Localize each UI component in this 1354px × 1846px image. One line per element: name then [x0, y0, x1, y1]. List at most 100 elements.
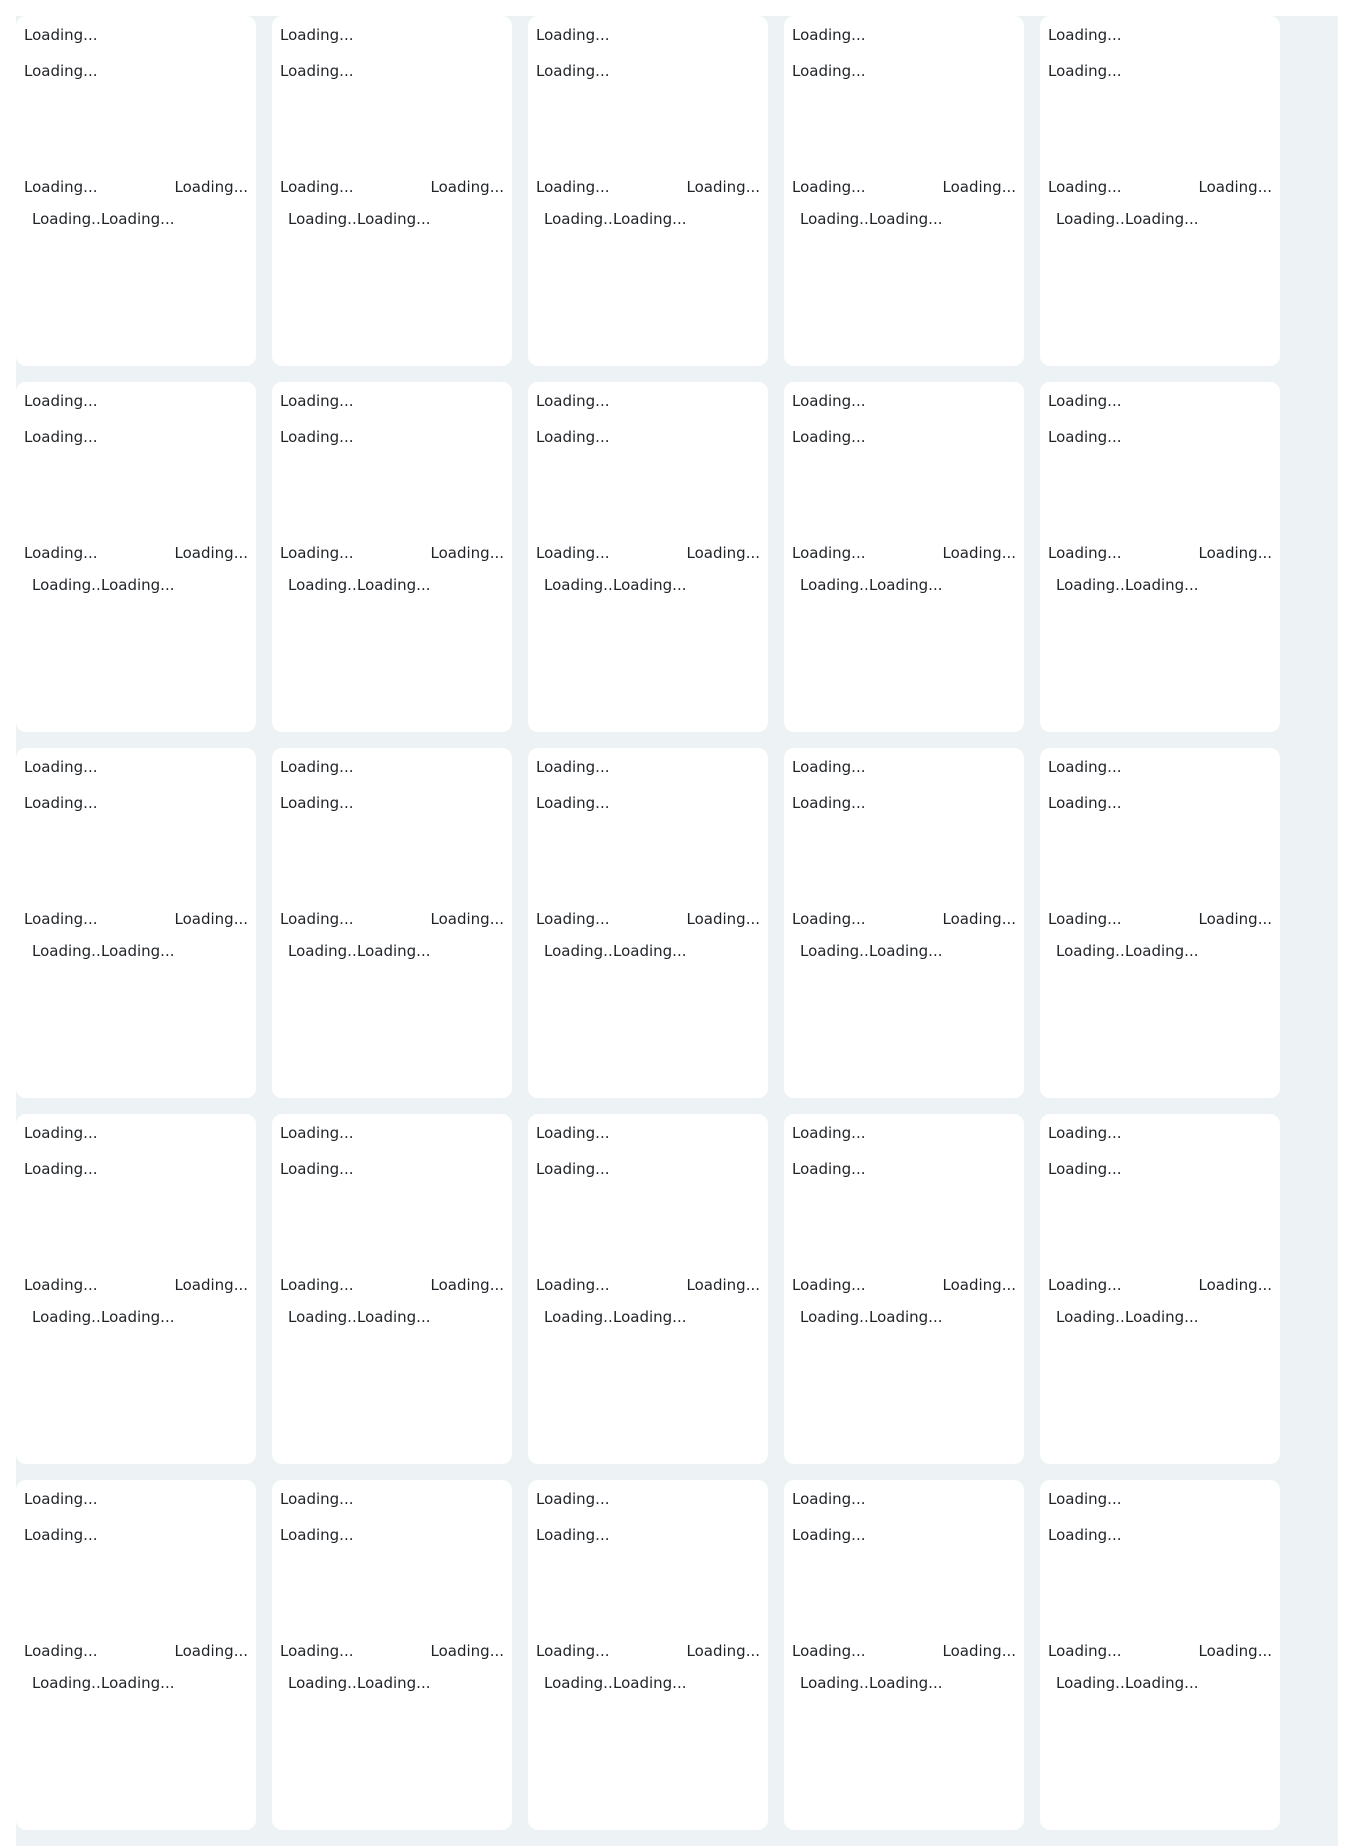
- card-meta-right: Loading...: [686, 1642, 760, 1660]
- card-tag-secondary: Loading...: [869, 210, 943, 228]
- loading-card[interactable]: Loading... Loading... Loading... Loading...…: [528, 748, 768, 1098]
- card-grid: Loading... Loading... Loading... Loading...…: [16, 16, 1280, 1830]
- card-meta-right: Loading...: [174, 1642, 248, 1660]
- card-tag-primary: Loading...: [288, 1674, 362, 1692]
- card-title: Loading...: [280, 758, 354, 776]
- card-subtitle: Loading...: [280, 62, 354, 80]
- card-title: Loading...: [280, 392, 354, 410]
- card-tag-secondary: Loading...: [1125, 576, 1199, 594]
- loading-card[interactable]: Loading... Loading... Loading... Loading...…: [16, 1114, 256, 1464]
- card-meta-right: Loading...: [686, 544, 760, 562]
- card-tag-secondary: Loading...: [101, 576, 175, 594]
- loading-card[interactable]: Loading... Loading... Loading... Loading...…: [1040, 382, 1280, 732]
- card-meta-left: Loading...: [536, 178, 610, 196]
- card-tag-secondary: Loading...: [101, 210, 175, 228]
- card-title: Loading...: [24, 1490, 98, 1508]
- loading-card[interactable]: Loading... Loading... Loading... Loading...…: [1040, 16, 1280, 366]
- card-subtitle: Loading...: [792, 428, 866, 446]
- loading-card[interactable]: Loading... Loading... Loading... Loading...…: [16, 16, 256, 366]
- card-title: Loading...: [536, 26, 610, 44]
- card-subtitle: Loading...: [536, 428, 610, 446]
- card-meta-left: Loading...: [24, 1276, 98, 1294]
- card-tag-secondary: Loading...: [613, 1674, 687, 1692]
- card-meta-left: Loading...: [1048, 1276, 1122, 1294]
- loading-card[interactable]: Loading... Loading... Loading... Loading...…: [272, 1480, 512, 1830]
- card-subtitle: Loading...: [1048, 62, 1122, 80]
- card-meta-left: Loading...: [792, 910, 866, 928]
- card-tag-secondary: Loading...: [613, 576, 687, 594]
- card-meta-right: Loading...: [174, 1276, 248, 1294]
- card-title: Loading...: [1048, 1490, 1122, 1508]
- card-tag-secondary: Loading...: [101, 1674, 175, 1692]
- card-subtitle: Loading...: [1048, 428, 1122, 446]
- loading-card[interactable]: Loading... Loading... Loading... Loading...…: [784, 1114, 1024, 1464]
- card-tag-secondary: Loading...: [101, 1308, 175, 1326]
- card-meta-left: Loading...: [24, 1642, 98, 1660]
- loading-card[interactable]: Loading... Loading... Loading... Loading...…: [528, 1114, 768, 1464]
- card-subtitle: Loading...: [24, 62, 98, 80]
- loading-card[interactable]: Loading... Loading... Loading... Loading...…: [528, 382, 768, 732]
- card-meta-left: Loading...: [1048, 910, 1122, 928]
- card-meta-left: Loading...: [536, 1276, 610, 1294]
- loading-card[interactable]: Loading... Loading... Loading... Loading...…: [272, 382, 512, 732]
- card-title: Loading...: [280, 1490, 354, 1508]
- card-tag-secondary: Loading...: [357, 942, 431, 960]
- loading-card[interactable]: Loading... Loading... Loading... Loading...…: [528, 1480, 768, 1830]
- loading-card[interactable]: Loading... Loading... Loading... Loading...…: [1040, 1480, 1280, 1830]
- card-meta-right: Loading...: [1198, 178, 1272, 196]
- card-tag-secondary: Loading...: [869, 1308, 943, 1326]
- card-meta-left: Loading...: [280, 1276, 354, 1294]
- card-title: Loading...: [536, 392, 610, 410]
- loading-card[interactable]: Loading... Loading... Loading... Loading...…: [1040, 748, 1280, 1098]
- card-tag-secondary: Loading...: [357, 1674, 431, 1692]
- loading-card[interactable]: Loading... Loading... Loading... Loading...…: [272, 748, 512, 1098]
- card-tag-secondary: Loading...: [357, 1308, 431, 1326]
- card-title: Loading...: [1048, 758, 1122, 776]
- card-tag-secondary: Loading...: [613, 1308, 687, 1326]
- card-title: Loading...: [24, 26, 98, 44]
- card-title: Loading...: [1048, 26, 1122, 44]
- card-tag-secondary: Loading...: [1125, 942, 1199, 960]
- loading-card[interactable]: Loading... Loading... Loading... Loading...…: [16, 382, 256, 732]
- card-meta-right: Loading...: [174, 544, 248, 562]
- card-tag-secondary: Loading...: [357, 576, 431, 594]
- card-meta-right: Loading...: [686, 1276, 760, 1294]
- card-subtitle: Loading...: [1048, 794, 1122, 812]
- card-tag-secondary: Loading...: [869, 576, 943, 594]
- card-meta-right: Loading...: [430, 544, 504, 562]
- card-subtitle: Loading...: [1048, 1526, 1122, 1544]
- card-meta-right: Loading...: [942, 910, 1016, 928]
- card-subtitle: Loading...: [280, 1526, 354, 1544]
- card-meta-left: Loading...: [536, 544, 610, 562]
- card-tag-primary: Loading...: [544, 1674, 618, 1692]
- card-tag-primary: Loading...: [544, 942, 618, 960]
- card-meta-left: Loading...: [536, 910, 610, 928]
- card-tag-primary: Loading...: [1056, 1674, 1130, 1692]
- loading-card[interactable]: Loading... Loading... Loading... Loading...…: [784, 1480, 1024, 1830]
- card-meta-left: Loading...: [1048, 1642, 1122, 1660]
- card-subtitle: Loading...: [280, 1160, 354, 1178]
- loading-card[interactable]: Loading... Loading... Loading... Loading...…: [16, 1480, 256, 1830]
- card-meta-right: Loading...: [1198, 1276, 1272, 1294]
- loading-card[interactable]: Loading... Loading... Loading... Loading...…: [784, 748, 1024, 1098]
- card-tag-primary: Loading...: [544, 576, 618, 594]
- loading-card[interactable]: Loading... Loading... Loading... Loading...…: [528, 16, 768, 366]
- loading-card[interactable]: Loading... Loading... Loading... Loading...…: [272, 1114, 512, 1464]
- loading-card[interactable]: Loading... Loading... Loading... Loading...…: [16, 748, 256, 1098]
- loading-card[interactable]: Loading... Loading... Loading... Loading...…: [272, 16, 512, 366]
- card-subtitle: Loading...: [24, 1526, 98, 1544]
- loading-card[interactable]: Loading... Loading... Loading... Loading...…: [784, 16, 1024, 366]
- card-subtitle: Loading...: [24, 428, 98, 446]
- card-subtitle: Loading...: [1048, 1160, 1122, 1178]
- card-meta-right: Loading...: [430, 910, 504, 928]
- loading-card[interactable]: Loading... Loading... Loading... Loading...…: [784, 382, 1024, 732]
- card-meta-right: Loading...: [1198, 544, 1272, 562]
- loading-card[interactable]: Loading... Loading... Loading... Loading...…: [1040, 1114, 1280, 1464]
- card-tag-primary: Loading...: [544, 1308, 618, 1326]
- card-tag-secondary: Loading...: [869, 1674, 943, 1692]
- card-tag-secondary: Loading...: [613, 210, 687, 228]
- card-tag-secondary: Loading...: [1125, 1674, 1199, 1692]
- card-tag-primary: Loading...: [288, 1308, 362, 1326]
- card-subtitle: Loading...: [536, 1526, 610, 1544]
- card-meta-left: Loading...: [280, 910, 354, 928]
